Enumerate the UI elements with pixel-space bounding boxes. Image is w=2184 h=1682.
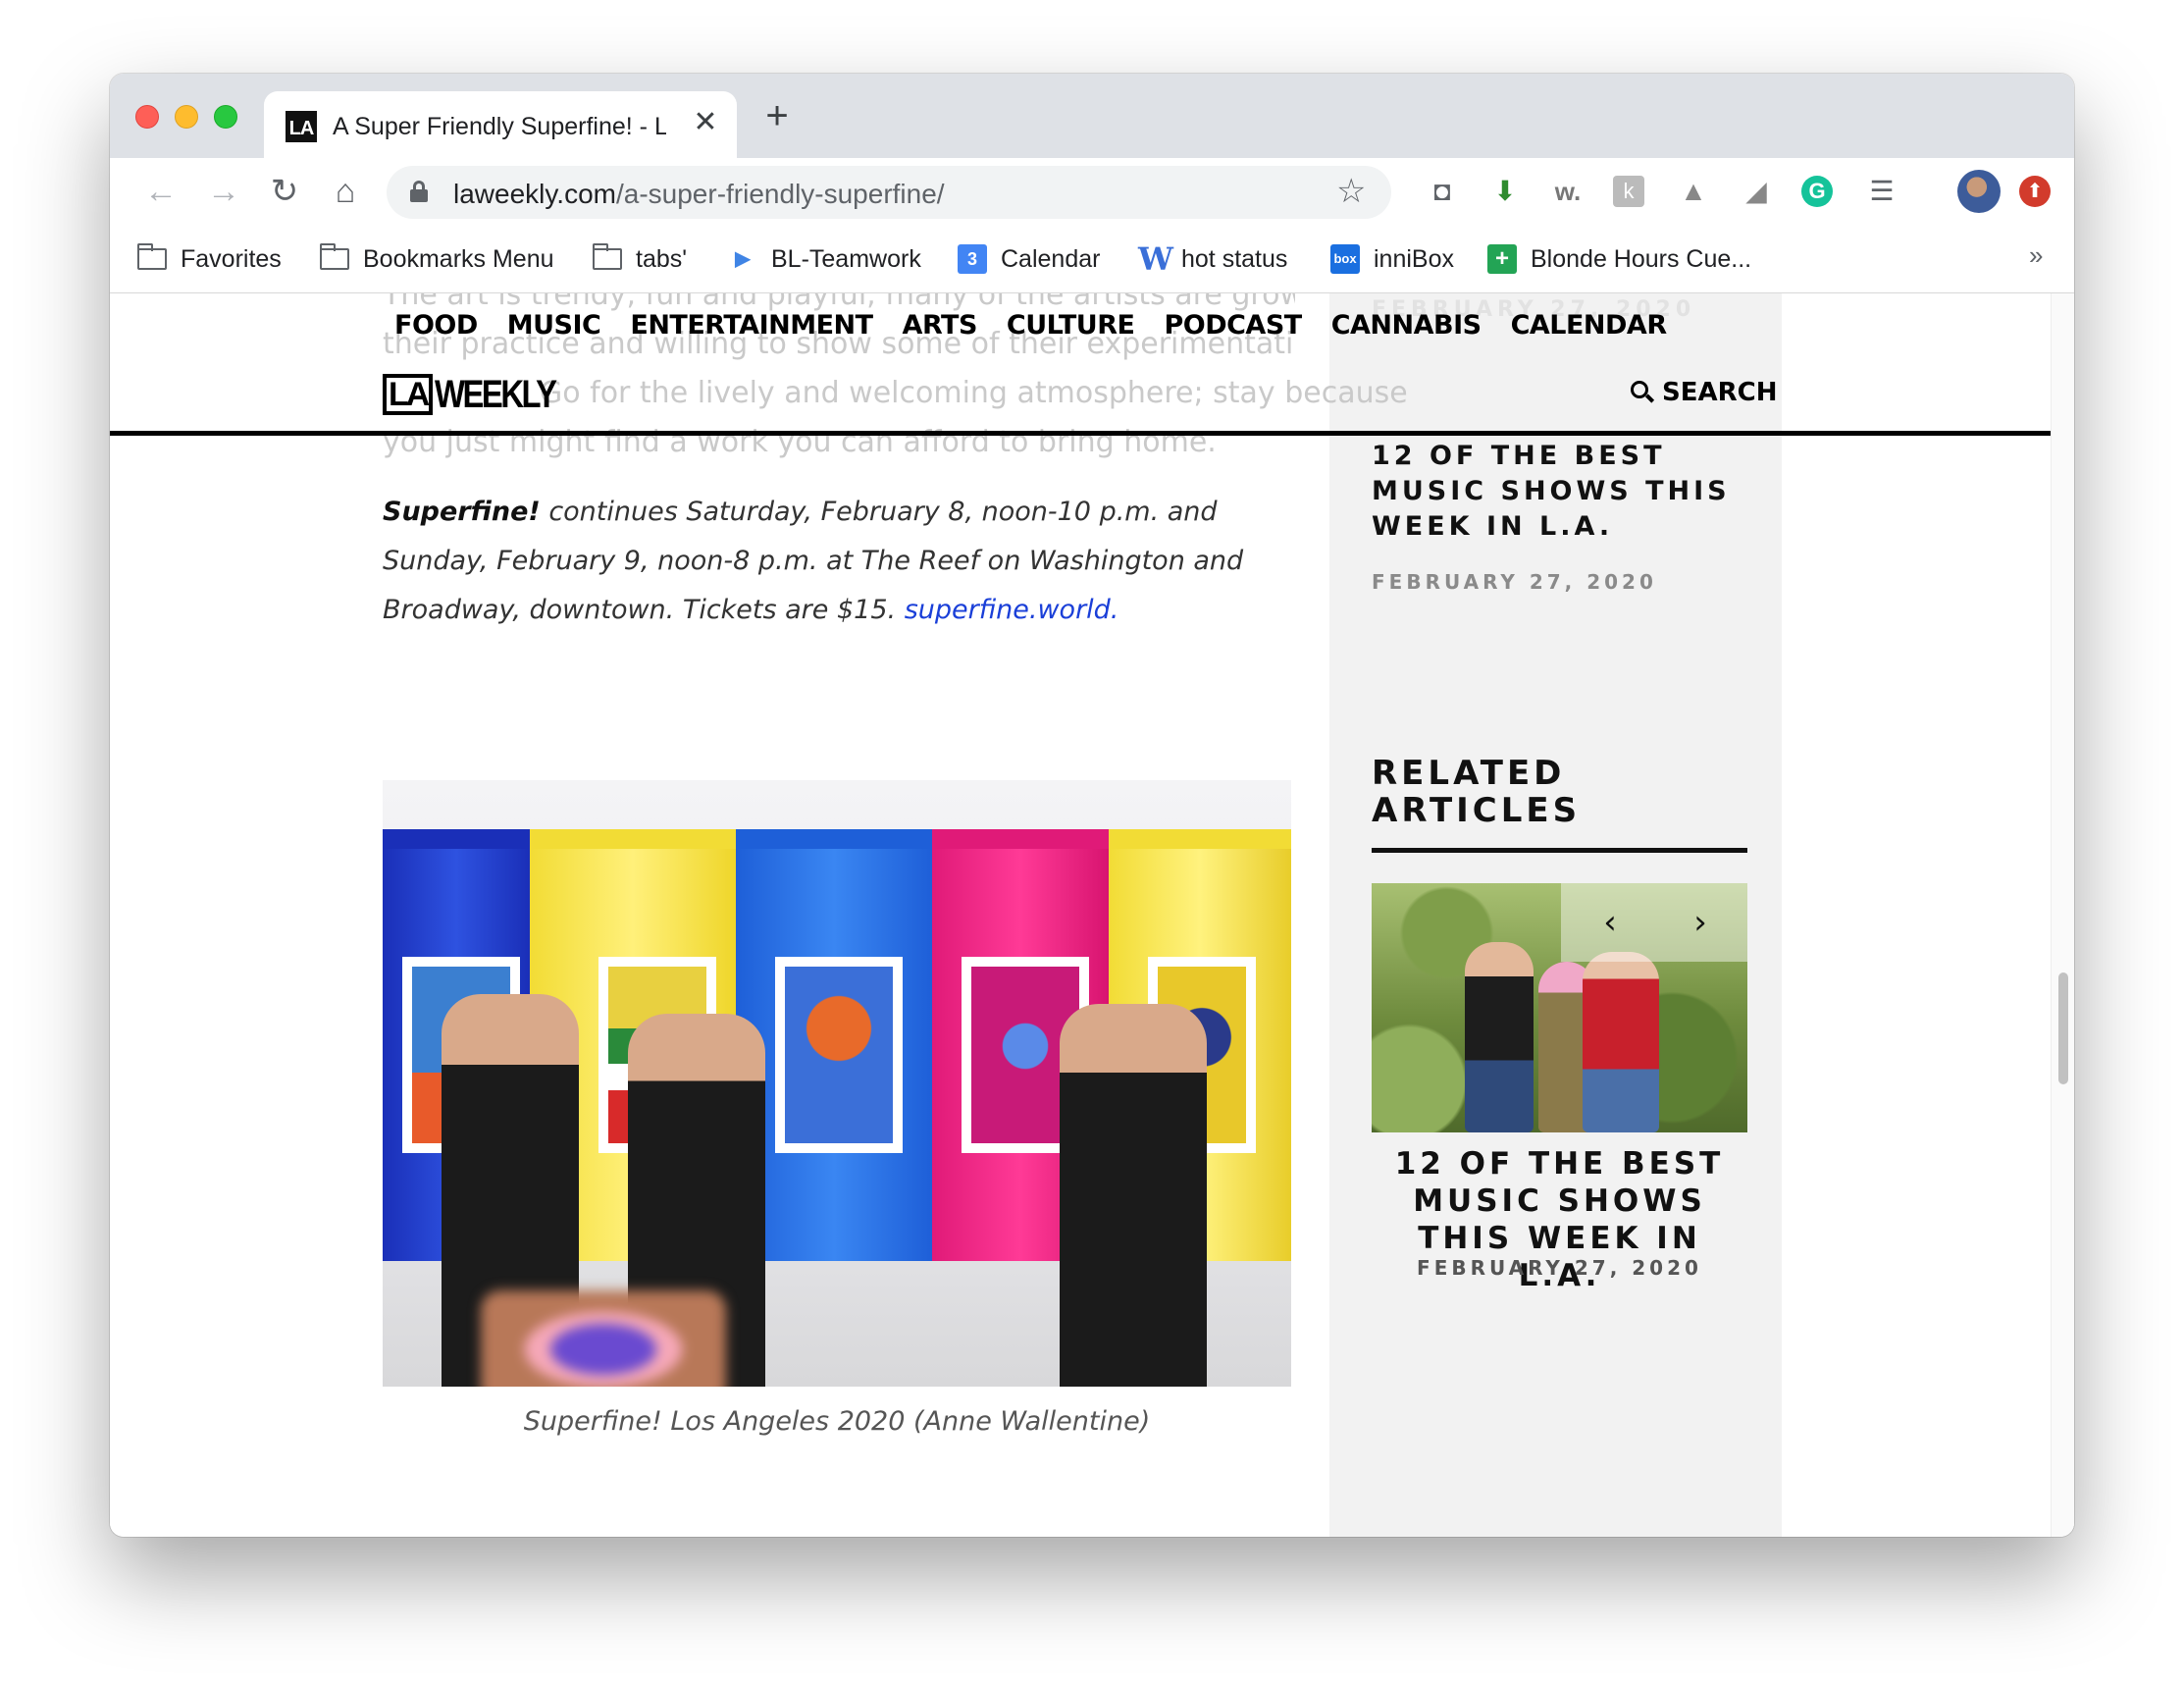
sidebar-article[interactable]: 12 OF THE BEST MUSIC SHOWS THIS WEEK IN … (1372, 439, 1744, 594)
maximize-window-button[interactable] (214, 105, 237, 129)
extension-icon[interactable]: k (1613, 176, 1644, 207)
carousel-controls: ‹ › (1561, 883, 1747, 962)
carousel-next-icon[interactable]: › (1683, 903, 1718, 942)
url-text: laweekly.com/a-super-friendly-superfine/ (453, 179, 945, 209)
related-article-thumbnail[interactable]: ‹ › (1372, 883, 1747, 1132)
close-window-button[interactable] (135, 105, 159, 129)
address-bar[interactable]: laweekly.com/a-super-friendly-superfine/… (387, 166, 1391, 219)
carousel-prev-icon[interactable]: ‹ (1592, 903, 1628, 942)
sidebar-article-title[interactable]: 12 OF THE BEST MUSIC SHOWS THIS WEEK IN … (1372, 439, 1744, 545)
scrollbar[interactable] (2051, 293, 2074, 1537)
tab-bar: LA A Super Friendly Superfine! - L ✕ + (110, 74, 2074, 158)
bookmark-tabs[interactable]: tabs' (593, 242, 687, 276)
new-tab-button[interactable]: + (757, 96, 797, 136)
home-icon[interactable]: ⌂ (324, 170, 367, 213)
superfine-link[interactable]: superfine.world. (905, 595, 1119, 625)
related-divider (1372, 848, 1747, 853)
related-article-date: FEBRUARY 27, 2020 (1417, 1256, 1702, 1280)
reload-icon[interactable]: ↻ (263, 170, 306, 213)
bookmark-bookmarks-menu[interactable]: Bookmarks Menu (320, 242, 554, 276)
megaphone-icon[interactable]: ◢ (1739, 174, 1774, 209)
search-icon (1631, 381, 1655, 404)
bookmark-bl-teamwork[interactable]: ▶ BL-Teamwork (728, 242, 921, 276)
w-icon: W (1138, 240, 1173, 278)
menu-food[interactable]: FOOD (394, 310, 478, 341)
folder-icon (137, 243, 167, 270)
page-viewport: The art is trendy, fun and playful; many… (110, 293, 2074, 1537)
reading-list-icon[interactable]: ☰ (1864, 174, 1899, 209)
bookmark-favorites[interactable]: Favorites (137, 242, 282, 276)
forward-arrow-icon[interactable]: → (202, 170, 245, 213)
tab-title: A Super Friendly Superfine! - L (333, 113, 666, 140)
active-tab[interactable]: LA A Super Friendly Superfine! - L ✕ (264, 91, 737, 158)
la-weekly-logo[interactable]: LA WEEKLY (383, 373, 582, 416)
header-divider (110, 431, 2052, 436)
search-button[interactable]: SEARCH (1631, 378, 1777, 407)
article-paragraph: Superfine! continues Saturday, February … (383, 497, 1244, 625)
lock-icon[interactable] (410, 181, 428, 202)
sticky-header: FOOD MUSIC ENTERTAINMENT ARTS CULTURE PO… (110, 293, 2052, 436)
more-bookmarks-icon[interactable]: » (2029, 240, 2043, 271)
menu-arts[interactable]: ARTS (903, 310, 978, 341)
profile-avatar[interactable] (1957, 170, 2001, 213)
browser-window: LA A Super Friendly Superfine! - L ✕ + ←… (110, 74, 2074, 1537)
grammarly-icon[interactable]: G (1801, 176, 1833, 207)
menu-entertainment[interactable]: ENTERTAINMENT (630, 310, 873, 341)
box-icon: box (1330, 244, 1360, 274)
sheets-icon: + (1487, 244, 1517, 274)
pocket-icon[interactable]: ◘ (1425, 174, 1460, 209)
menu-cannabis[interactable]: CANNABIS (1331, 310, 1482, 341)
drive-icon[interactable]: ▲ (1676, 174, 1711, 209)
folder-icon (593, 243, 622, 270)
laweekly-favicon-icon: LA (286, 111, 317, 142)
browser-toolbar: ← → ↻ ⌂ laweekly.com/a-super-friendly-su… (110, 158, 2074, 225)
back-arrow-icon[interactable]: ← (139, 170, 182, 213)
close-tab-icon[interactable]: ✕ (688, 105, 723, 140)
download-arrow-icon[interactable]: ⬇ (1487, 174, 1523, 209)
update-icon[interactable]: ⬆ (2019, 176, 2051, 207)
w-extension-icon[interactable]: w. (1550, 174, 1586, 209)
article-photo[interactable] (383, 780, 1291, 1387)
bookmark-calendar[interactable]: 3 Calendar (958, 242, 1100, 276)
related-articles-heading: RELATED ARTICLES (1372, 754, 1582, 830)
menu-calendar[interactable]: CALENDAR (1511, 310, 1668, 341)
bookmark-star-icon[interactable]: ☆ (1336, 172, 1366, 211)
calendar-icon: 3 (958, 244, 987, 274)
main-menu: FOOD MUSIC ENTERTAINMENT ARTS CULTURE PO… (394, 310, 1696, 341)
folder-icon (320, 243, 349, 270)
photo-caption: Superfine! Los Angeles 2020 (Anne Wallen… (523, 1406, 1151, 1437)
scrollbar-thumb[interactable] (2058, 972, 2068, 1084)
bookmark-hot-status[interactable]: Whot status (1138, 242, 1287, 276)
bookmarks-bar: Favorites Bookmarks Menu tabs' ▶ BL-Teamw… (110, 225, 2074, 293)
menu-podcast[interactable]: PODCAST (1164, 310, 1302, 341)
bookmark-blonde-hours[interactable]: + Blonde Hours Cue... (1487, 242, 1751, 276)
minimize-window-button[interactable] (175, 105, 198, 129)
menu-music[interactable]: MUSIC (507, 310, 601, 341)
teamwork-icon: ▶ (735, 248, 751, 270)
sidebar-article-date: FEBRUARY 27, 2020 (1372, 570, 1657, 594)
bookmark-innibox[interactable]: box inniBox (1330, 242, 1454, 276)
menu-culture[interactable]: CULTURE (1007, 310, 1135, 341)
